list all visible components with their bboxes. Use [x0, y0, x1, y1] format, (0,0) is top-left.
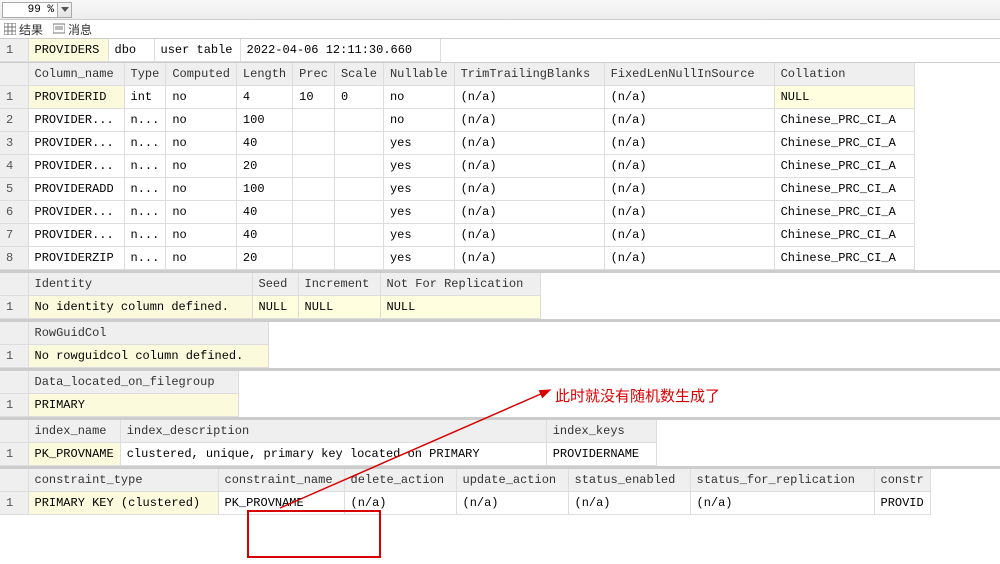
table-name-cell: PROVIDERS [28, 39, 108, 62]
col-hdr[interactable]: Length [236, 63, 292, 86]
corner-cell [0, 63, 28, 86]
owner-cell: dbo [108, 39, 154, 62]
table-row[interactable]: 4 PROVIDER... n... no 20 yes (n/a) (n/a)… [0, 155, 914, 178]
filegroup-grid: Data_located_on_filegroup 1 PRIMARY [0, 370, 1000, 419]
col-hdr[interactable]: FixedLenNullInSource [604, 63, 774, 86]
results-tabs: 结果 消息 [0, 20, 1000, 38]
col-hdr[interactable]: Collation [774, 63, 914, 86]
constraint-grid: constraint_type constraint_name delete_a… [0, 468, 1000, 515]
type-cell: user table [154, 39, 240, 62]
col-hdr[interactable]: Scale [334, 63, 383, 86]
identity-row[interactable]: 1 No identity column defined. NULL NULL … [0, 296, 540, 319]
rowguid-grid: RowGuidCol 1 No rowguidcol column define… [0, 321, 1000, 370]
tab-results-label: 结果 [19, 21, 43, 38]
index-row[interactable]: 1 PK_PROVNAME clustered, unique, primary… [0, 443, 656, 466]
zoom-toolbar: 99 % [0, 0, 1000, 20]
col-hdr[interactable]: TrimTrailingBlanks [454, 63, 604, 86]
messages-icon [53, 23, 65, 35]
index-grid: index_name index_description index_keys … [0, 419, 1000, 468]
table-row[interactable]: 8 PROVIDERZIP n... no 20 yes (n/a) (n/a)… [0, 247, 914, 270]
meta-row[interactable]: 1 PROVIDERS dbo user table 2022-04-06 12… [0, 39, 440, 62]
filegroup-row[interactable]: 1 PRIMARY [0, 394, 238, 417]
rowguid-header-row: RowGuidCol [0, 322, 268, 345]
created-cell: 2022-04-06 12:11:30.660 [240, 39, 440, 62]
table-row[interactable]: 1 PROVIDERID int no 4 10 0 no (n/a) (n/a… [0, 86, 914, 109]
tab-messages[interactable]: 消息 [53, 21, 92, 38]
tab-messages-label: 消息 [68, 21, 92, 38]
constraint-header-row: constraint_type constraint_name delete_a… [0, 469, 930, 492]
col-hdr[interactable]: Nullable [383, 63, 454, 86]
red-highlight-box [247, 510, 381, 558]
chevron-down-icon [61, 7, 69, 13]
col-hdr[interactable]: Column_name [28, 63, 124, 86]
col-hdr[interactable]: Prec [293, 63, 335, 86]
filegroup-header-row: Data_located_on_filegroup [0, 371, 238, 394]
table-row[interactable]: 5 PROVIDERADD n... no 100 yes (n/a) (n/a… [0, 178, 914, 201]
index-header-row: index_name index_description index_keys [0, 420, 656, 443]
identity-header-row: Identity Seed Increment Not For Replicat… [0, 273, 540, 296]
columns-header-row: Column_name Type Computed Length Prec Sc… [0, 63, 914, 86]
zoom-combobox[interactable]: 99 % [2, 2, 58, 18]
grid-icon [4, 23, 16, 35]
tab-results[interactable]: 结果 [4, 21, 43, 38]
col-hdr[interactable]: Computed [166, 63, 237, 86]
table-row[interactable]: 3 PROVIDER... n... no 40 yes (n/a) (n/a)… [0, 132, 914, 155]
rowguid-row[interactable]: 1 No rowguidcol column defined. [0, 345, 268, 368]
zoom-dropdown-button[interactable] [58, 2, 72, 18]
meta-grid: 1 PROVIDERS dbo user table 2022-04-06 12… [0, 38, 1000, 62]
columns-grid: Column_name Type Computed Length Prec Sc… [0, 62, 1000, 272]
col-hdr[interactable]: Type [124, 63, 166, 86]
table-row[interactable]: 7 PROVIDER... n... no 40 yes (n/a) (n/a)… [0, 224, 914, 247]
table-row[interactable]: 2 PROVIDER... n... no 100 no (n/a) (n/a)… [0, 109, 914, 132]
row-header: 1 [0, 39, 28, 62]
zoom-value: 99 % [28, 4, 54, 16]
table-row[interactable]: 6 PROVIDER... n... no 40 yes (n/a) (n/a)… [0, 201, 914, 224]
constraint-row[interactable]: 1 PRIMARY KEY (clustered) PK_PROVNAME (n… [0, 492, 930, 515]
identity-grid: Identity Seed Increment Not For Replicat… [0, 272, 1000, 321]
